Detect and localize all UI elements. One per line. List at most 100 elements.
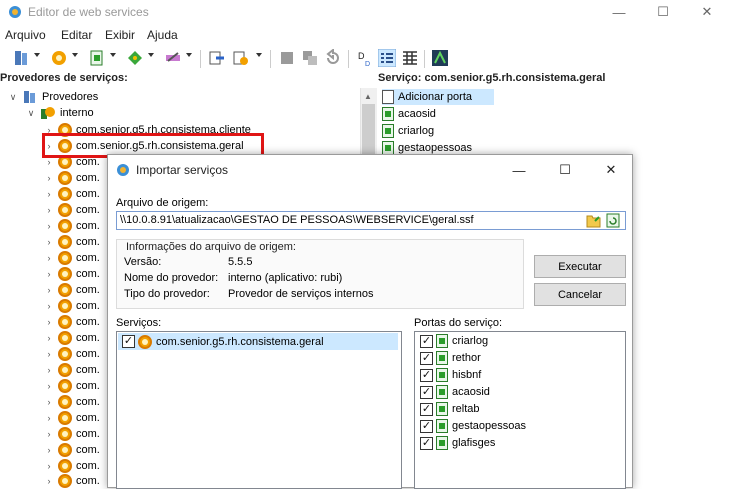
chevron-right-icon[interactable]: ›: [44, 461, 54, 471]
chevron-right-icon[interactable]: ›: [44, 381, 54, 391]
port-checkbox[interactable]: ✓: [420, 334, 433, 348]
provider-icon[interactable]: [12, 49, 30, 67]
tree-node-service[interactable]: › com.: [44, 170, 100, 186]
chevron-right-icon[interactable]: ›: [44, 429, 54, 439]
execute-button[interactable]: Executar: [534, 255, 626, 278]
port-list-item[interactable]: ✓ criarlog: [416, 333, 488, 349]
port-list-item[interactable]: acaosid: [382, 106, 436, 122]
tree-node-service[interactable]: › com.: [44, 458, 100, 474]
chevron-right-icon[interactable]: ›: [44, 413, 54, 423]
port-list-item[interactable]: ✓ reltab: [416, 401, 480, 417]
port-list-item[interactable]: ✓ glafisges: [416, 435, 495, 451]
tree-node-service[interactable]: › com.: [44, 442, 100, 458]
port-list-item[interactable]: ✓ hisbnf: [416, 367, 481, 383]
port-list-item[interactable]: criarlog: [382, 123, 434, 139]
maximize-button[interactable]: ☐: [641, 0, 685, 24]
minimize-button[interactable]: —: [597, 0, 641, 24]
menu-exibir[interactable]: Exibir: [105, 28, 135, 42]
tree-node-service[interactable]: › com.: [44, 202, 100, 218]
chevron-down-icon[interactable]: ∨: [26, 108, 36, 119]
chevron-right-icon[interactable]: ›: [44, 445, 54, 455]
transform-icon[interactable]: [126, 49, 144, 67]
origin-file-input[interactable]: \\10.0.8.91\atualizacao\GESTAO DE PESSOA…: [116, 211, 626, 230]
chevron-down-icon[interactable]: [256, 53, 262, 57]
tree-node-service[interactable]: › com.: [44, 473, 100, 489]
chevron-right-icon[interactable]: ›: [44, 301, 54, 311]
port-list-item[interactable]: ✓ acaosid: [416, 384, 490, 400]
port-checkbox[interactable]: ✓: [420, 368, 433, 382]
service-icon[interactable]: [50, 49, 68, 67]
list-view-icon[interactable]: [378, 49, 396, 67]
chevron-down-icon[interactable]: [34, 53, 40, 57]
tree-node-service[interactable]: › com.: [44, 330, 100, 346]
port-list-item[interactable]: ✓ gestaopessoas: [416, 418, 526, 434]
tree-node-service[interactable]: › com.: [44, 186, 100, 202]
folder-open-icon[interactable]: [586, 213, 602, 228]
chevron-down-icon[interactable]: [186, 53, 192, 57]
import-icon[interactable]: [208, 49, 226, 67]
chevron-right-icon[interactable]: ›: [44, 285, 54, 295]
tree-node-service[interactable]: › com.: [44, 314, 100, 330]
tree-node-service[interactable]: › com.: [44, 298, 100, 314]
menu-editar[interactable]: Editar: [61, 28, 92, 42]
tree-node-providers[interactable]: ∨ Provedores: [8, 89, 98, 105]
scroll-up-icon[interactable]: ▲: [364, 92, 372, 101]
service-checkbox[interactable]: ✓: [122, 335, 135, 348]
chevron-right-icon[interactable]: ›: [44, 253, 54, 263]
port-checkbox[interactable]: ✓: [420, 419, 433, 433]
menu-arquivo[interactable]: Arquivo: [5, 28, 46, 42]
chevron-right-icon[interactable]: ›: [44, 397, 54, 407]
tree-node-service[interactable]: › com.: [44, 394, 100, 410]
chevron-down-icon[interactable]: ∨: [8, 92, 18, 103]
chevron-right-icon[interactable]: ›: [44, 269, 54, 279]
port-list-item[interactable]: ✓ rethor: [416, 350, 481, 366]
tree-node-service[interactable]: › com.: [44, 362, 100, 378]
stop-icon[interactable]: [278, 49, 296, 67]
copy-icon[interactable]: [301, 49, 319, 67]
tree-node-service[interactable]: › com.: [44, 426, 100, 442]
chevron-down-icon[interactable]: [110, 53, 116, 57]
chevron-right-icon[interactable]: ›: [44, 173, 54, 183]
chevron-down-icon[interactable]: [148, 53, 154, 57]
close-button[interactable]: ✕: [685, 0, 729, 24]
chevron-right-icon[interactable]: ›: [44, 205, 54, 215]
dialog-maximize-button[interactable]: ☐: [542, 155, 588, 185]
port-icon[interactable]: [88, 49, 106, 67]
monitor-icon[interactable]: [431, 49, 449, 67]
undo-icon[interactable]: [324, 49, 342, 67]
tree-node-service[interactable]: › com.: [44, 218, 100, 234]
chevron-right-icon[interactable]: ›: [44, 221, 54, 231]
chevron-right-icon[interactable]: ›: [44, 333, 54, 343]
add-port-item[interactable]: Adicionar porta: [382, 89, 494, 105]
service-list-item[interactable]: ✓ com.senior.g5.rh.consistema.geral: [118, 333, 398, 350]
chevron-right-icon[interactable]: ›: [44, 189, 54, 199]
port-checkbox[interactable]: ✓: [420, 385, 433, 399]
port-checkbox[interactable]: ✓: [420, 402, 433, 416]
chevron-right-icon[interactable]: ›: [44, 157, 54, 167]
chevron-right-icon[interactable]: ›: [44, 317, 54, 327]
tree-node-service[interactable]: › com.: [44, 346, 100, 362]
tree-node-service[interactable]: › com.: [44, 282, 100, 298]
chevron-right-icon[interactable]: ›: [44, 349, 54, 359]
dialog-close-button[interactable]: ✕: [588, 155, 634, 185]
dialog-minimize-button[interactable]: —: [496, 155, 542, 185]
menu-ajuda[interactable]: Ajuda: [147, 28, 178, 42]
edit-icon[interactable]: [164, 49, 182, 67]
port-checkbox[interactable]: ✓: [420, 351, 433, 365]
chevron-right-icon[interactable]: ›: [44, 476, 54, 486]
tree-node-service[interactable]: › com.: [44, 234, 100, 250]
grid-view-icon[interactable]: [401, 49, 419, 67]
port-checkbox[interactable]: ✓: [420, 436, 433, 450]
chevron-right-icon[interactable]: ›: [44, 237, 54, 247]
tree-node-service[interactable]: › com.: [44, 378, 100, 394]
chevron-right-icon[interactable]: ›: [44, 365, 54, 375]
sort-icon[interactable]: DD: [356, 49, 374, 67]
tree-node-interno[interactable]: ∨ interno: [26, 105, 94, 121]
tree-node-service[interactable]: › com.: [44, 266, 100, 282]
chevron-down-icon[interactable]: [72, 53, 78, 57]
refresh-icon[interactable]: [606, 213, 620, 228]
tree-node-service[interactable]: › com.: [44, 410, 100, 426]
tree-node-service[interactable]: › com.: [44, 250, 100, 266]
cancel-button[interactable]: Cancelar: [534, 283, 626, 306]
export-icon[interactable]: [232, 49, 250, 67]
